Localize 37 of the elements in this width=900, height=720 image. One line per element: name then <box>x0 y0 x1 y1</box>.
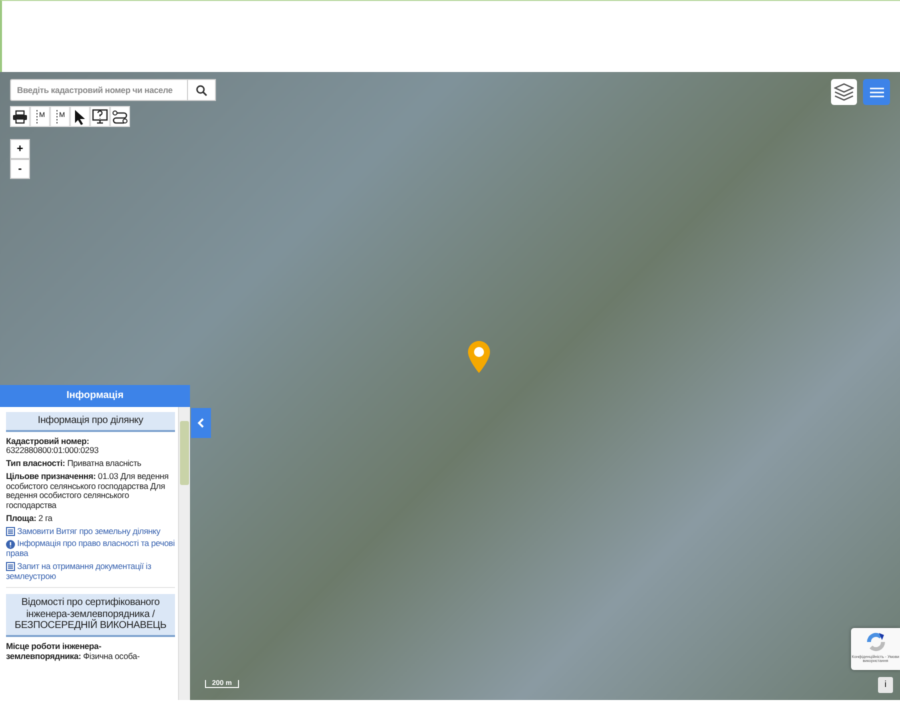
panel-title: Інформація <box>0 385 190 407</box>
section-heading: Відомості про сертифікованого інженера-землевпорядника / БЕЗПОСЕРЕДНІЙ ВИКОНАВЕЦЬ <box>6 594 175 637</box>
route-icon <box>112 110 128 124</box>
zoom-in-button[interactable]: + <box>10 139 30 159</box>
printer-icon <box>12 110 28 124</box>
help-tool-button[interactable] <box>90 106 110 127</box>
field-text: Цільове призначення: 01.03 Для ведення особистого селянського господарства Для ведення особистого селянського господарства <box>6 472 170 511</box>
list-icon <box>6 526 15 536</box>
search-icon <box>196 84 207 96</box>
route-tool-button[interactable] <box>110 106 130 127</box>
scrollbar[interactable] <box>178 407 190 700</box>
info-icon <box>6 540 15 549</box>
search-field[interactable]: Введіть кадастровий номер чи населе <box>10 79 188 101</box>
map-pin-icon <box>467 340 491 374</box>
list-icon <box>6 562 15 572</box>
panel-link[interactable]: Замовити Витяг про земельну ділянку <box>6 526 175 536</box>
layers-button[interactable] <box>831 79 857 105</box>
cursor-icon <box>74 108 86 124</box>
pointer-tool-button[interactable] <box>70 106 90 127</box>
chevron-left-icon <box>197 418 205 428</box>
menu-icon <box>870 86 884 98</box>
info-button[interactable]: i <box>878 677 893 693</box>
field-text: Тип власності: Приватна власність <box>6 459 142 469</box>
recaptcha-icon <box>864 631 886 653</box>
search-button[interactable] <box>188 79 216 101</box>
zoom-out-button[interactable]: - <box>10 159 30 179</box>
panel-link[interactable]: Запит на отримання документації із землеустрою <box>6 562 175 582</box>
section-heading: Інформація про ділянку <box>6 412 175 432</box>
menu-button[interactable] <box>863 79 890 105</box>
panel-link[interactable]: Інформація про право власності та речові права <box>6 539 175 559</box>
field-text: Площа: 2 га <box>6 514 54 524</box>
collapse-panel-button[interactable] <box>191 408 211 438</box>
layers-icon <box>834 83 854 101</box>
field-text: Кадастровий номер: 6322880800:01:000:0293 <box>6 436 100 456</box>
print-tool-button[interactable] <box>10 106 30 127</box>
monitor-question-icon <box>92 109 108 124</box>
field-text: Місце роботи інженера-землевпорядника: Фізична особа- <box>6 642 141 662</box>
